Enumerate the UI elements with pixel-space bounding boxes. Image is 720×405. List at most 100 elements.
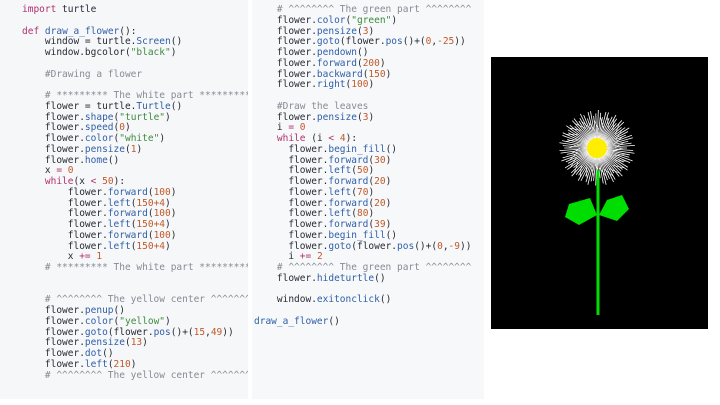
code-token: forward [328, 154, 369, 166]
code-token: ) [391, 14, 398, 26]
code-token: pendown [316, 47, 357, 58]
code-token: flower. [22, 358, 85, 370]
code-line: draw_a_flower() [254, 315, 471, 328]
code-token: left [328, 165, 352, 177]
code-token: 2 [316, 251, 323, 263]
code-token: flower. [22, 197, 108, 209]
code-token: 150+4 [136, 240, 166, 252]
code-token: (flower. [351, 240, 398, 252]
code-token: ): [345, 133, 358, 144]
code-token: 20 [374, 176, 386, 187]
code-token: "turtle" [119, 111, 166, 123]
code-token: x [22, 251, 80, 263]
code-token: flower. [22, 305, 85, 316]
code-token: flower. [254, 186, 329, 198]
code-token: ) [385, 176, 392, 187]
code-token: () [385, 229, 398, 241]
code-token: color [316, 14, 346, 26]
code-token: flower. [254, 176, 329, 187]
left-leaf [565, 198, 597, 225]
code-token: 13 [130, 337, 143, 349]
code-token: ) [368, 111, 375, 123]
code-token: 1 [96, 251, 103, 263]
code-token: 150 [368, 68, 386, 80]
code-token: begin_fill [328, 229, 386, 241]
code-token: #Drawing a flower [22, 68, 143, 80]
code-token: flower. [22, 229, 108, 241]
code-token: flower. [22, 133, 85, 144]
code-token: (flower. [107, 326, 154, 338]
code-token: shape [84, 111, 114, 123]
code-token: 39 [374, 219, 386, 230]
code-token: ) [170, 186, 177, 198]
code-token: flower. [22, 122, 85, 134]
code-token: 70 [356, 186, 369, 198]
code-token: pensize [316, 25, 357, 37]
code-token: while [44, 176, 74, 187]
code-token: 200 [362, 57, 380, 69]
code-pane-middle: # ^^^^^^^^ The green part ^^^^^^^^ flowe… [252, 0, 484, 399]
code-token: window.bgcolor( [22, 47, 131, 58]
code-token: ) [159, 133, 166, 144]
code-token: # ^^^^^^^^ The green part ^^^^^^^^ [254, 262, 472, 273]
code-token: ) [385, 68, 392, 80]
code-token: color [84, 315, 114, 327]
code-token: pensize [84, 337, 125, 349]
code-token: left [328, 208, 352, 220]
code-token: flower = turtle. [22, 100, 137, 112]
code-token: ) [368, 208, 375, 220]
code-token: 50 [102, 176, 114, 187]
code-token: home [84, 154, 108, 166]
code-token: "black" [130, 47, 171, 58]
code-token: flower. [22, 143, 85, 155]
code-token: ) [385, 219, 392, 230]
code-token: ) [385, 154, 392, 166]
code-token: flower. [254, 154, 329, 166]
code-token: flower. [22, 240, 108, 252]
code-token: right [316, 79, 346, 91]
code-token: ) [125, 122, 131, 134]
code-line: # ^^^^^^^^ The yellow center ^^^^^^^^ [22, 370, 248, 382]
code-token: flower. [22, 208, 108, 220]
code-token: flower. [254, 57, 317, 69]
code-token: pos [397, 240, 415, 252]
code-token: goto [316, 36, 340, 48]
code-token: 210 [113, 358, 131, 370]
code-token: flower. [254, 79, 317, 91]
code-token: dot [84, 348, 103, 359]
code-token: 150+4 [136, 219, 166, 230]
code-token: (flower. [339, 36, 386, 48]
code-token: flower. [254, 208, 329, 220]
code-token: flower. [22, 315, 85, 327]
code-token: () [113, 305, 125, 316]
code-token: def [22, 25, 40, 37]
code-token: -9 [448, 240, 460, 252]
code-token: flower. [254, 272, 317, 284]
code-block-middle: # ^^^^^^^^ The green part ^^^^^^^^ flowe… [254, 4, 472, 328]
flower-drawing [559, 110, 635, 315]
code-token: forward [328, 219, 369, 230]
code-token: 0 [67, 165, 74, 177]
turtle-output-canvas [491, 57, 708, 329]
code-token: ) [165, 315, 171, 327]
code-token: 15 [193, 326, 206, 338]
code-token: flower. [22, 326, 85, 338]
code-token: 100 [153, 208, 171, 220]
code-token: += [299, 251, 312, 263]
code-token: () [328, 315, 340, 327]
code-token: pensize [316, 111, 357, 123]
code-line: import turtle [22, 4, 248, 16]
code-token: ) [165, 219, 171, 230]
code-token: += [79, 251, 91, 263]
code-token: flower. [254, 68, 317, 80]
code-token: ) [385, 197, 392, 209]
code-token: () [379, 294, 392, 306]
code-pane-left: import turtle def draw_a_flower(): windo… [0, 0, 248, 399]
code-token: (x [73, 176, 91, 187]
code-token: draw_a_flower [44, 25, 120, 37]
code-token: draw_a_flower [254, 315, 329, 327]
code-token: flower. [254, 25, 317, 37]
